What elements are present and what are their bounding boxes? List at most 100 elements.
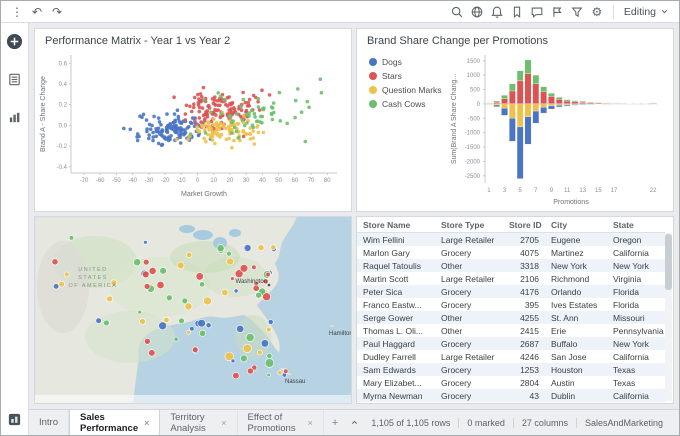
- table-row[interactable]: Dudley FarrellLarge Retailer4246San Jose…: [357, 350, 665, 363]
- table-cell: 4224: [503, 402, 545, 404]
- tab-close-icon[interactable]: ×: [221, 418, 226, 428]
- svg-text:500: 500: [470, 88, 481, 94]
- table-cell: Grocery: [435, 285, 503, 298]
- menu-dots-icon[interactable]: ⋮: [7, 1, 27, 23]
- svg-text:-0.4: -0.4: [57, 165, 68, 171]
- redo-icon[interactable]: ↷: [47, 1, 67, 23]
- bar-chart[interactable]: 150010005000-500-1000-1500-2000-25001357…: [447, 49, 661, 207]
- legend-item-question-marks[interactable]: Question Marks: [369, 85, 447, 95]
- table-cell: Grocery: [435, 337, 503, 350]
- svg-text:-500: -500: [468, 116, 481, 122]
- tab-label: Sales Performance: [80, 412, 138, 434]
- column-header-store-type[interactable]: Store Type: [435, 217, 503, 233]
- globe-icon[interactable]: [467, 1, 487, 23]
- table-row[interactable]: Franco Eastw...Grocery395Ives EstatesFlo…: [357, 298, 665, 311]
- scatter-plot[interactable]: 0.60.40.20.0-0.2-0.4-70-60-50-40-30-20-1…: [35, 49, 345, 199]
- editing-mode-dropdown[interactable]: Editing: [620, 6, 673, 18]
- authoring-sidebar: [1, 23, 29, 435]
- page-tab-sales-performance[interactable]: Sales Performance ×: [69, 410, 160, 435]
- data-table-name[interactable]: SalesAndMarketing: [576, 418, 671, 428]
- table-cell: 43: [503, 389, 545, 402]
- table-cell: 4246: [503, 350, 545, 363]
- flag-icon[interactable]: [547, 1, 567, 23]
- tab-close-icon[interactable]: ×: [308, 418, 313, 428]
- map-attribution-strip: [35, 395, 351, 403]
- svg-text:1500: 1500: [467, 59, 481, 65]
- add-visualization-icon[interactable]: [5, 31, 25, 51]
- settings-icon[interactable]: ⚙: [587, 1, 607, 23]
- table-cell: California: [607, 402, 665, 404]
- column-header-store-id[interactable]: Store ID: [503, 217, 545, 233]
- table-row[interactable]: Sam EdwardsGrocery1253HoustonTexas: [357, 363, 665, 376]
- table-cell: Other: [435, 259, 503, 272]
- table-cell: Los Angeles: [545, 402, 607, 404]
- svg-text:-1500: -1500: [465, 145, 481, 151]
- svg-text:3: 3: [503, 188, 507, 194]
- bookmark-icon[interactable]: [507, 1, 527, 23]
- table-row[interactable]: Martin ScottLarge Retailer2106RichmondVi…: [357, 272, 665, 285]
- svg-text:40: 40: [259, 178, 266, 184]
- add-page-button[interactable]: +: [324, 410, 346, 435]
- column-header-store-name[interactable]: Store Name: [357, 217, 435, 233]
- legend-item-dogs[interactable]: Dogs: [369, 57, 447, 67]
- top-toolbar: ⋮ ↶ ↷ ⚙: [1, 1, 679, 23]
- table-cell: Marlon Gary: [357, 246, 435, 259]
- page-tab-effect-of-promotions[interactable]: Effect of Promotions ×: [238, 410, 324, 435]
- table-row[interactable]: Myrna NewmanGrocery43DublinCalifornia: [357, 389, 665, 402]
- nassau-label: Nassau: [285, 379, 305, 385]
- table-cell: 395: [503, 298, 545, 311]
- table-row[interactable]: Peter SicaGrocery4176OrlandoFlorida: [357, 285, 665, 298]
- table-cell: Oregon: [607, 233, 665, 247]
- table-row[interactable]: Wim FelliniLarge Retailer2705EugeneOrego…: [357, 233, 665, 247]
- table-header-row: Store NameStore TypeStore IDCityState: [357, 217, 665, 233]
- table-cell: New York: [607, 337, 665, 350]
- table-cell: Other: [435, 311, 503, 324]
- svg-text:-2500: -2500: [465, 174, 481, 180]
- table-cell: Franco Eastw...: [357, 298, 435, 311]
- table-cell: Grocery: [435, 389, 503, 402]
- legend-swatch: [369, 58, 377, 66]
- table-row[interactable]: Serge GowerOther4255St. AnnMissouri: [357, 311, 665, 324]
- table-row[interactable]: Marlon GaryGrocery4075MartinezCalifornia: [357, 246, 665, 259]
- table-row[interactable]: Raquel TatoulisOther3318New YorkNew York: [357, 259, 665, 272]
- table-row[interactable]: Thomas L. Oli...Other2415EriePennsylvani…: [357, 324, 665, 337]
- legend-item-cash-cows[interactable]: Cash Cows: [369, 99, 447, 109]
- column-header-city[interactable]: City: [545, 217, 607, 233]
- svg-text:60: 60: [291, 178, 298, 184]
- column-header-state[interactable]: State: [607, 217, 665, 233]
- filter-icon[interactable]: [567, 1, 587, 23]
- table-cell: Dudley Farrell: [357, 350, 435, 363]
- svg-text:0.4: 0.4: [59, 82, 68, 88]
- svg-text:30: 30: [243, 178, 250, 184]
- map-visualization[interactable]: UNITED STATES OF AMERICA Washington Nass…: [35, 217, 351, 403]
- svg-text:11: 11: [564, 188, 571, 194]
- svg-text:-60: -60: [96, 178, 105, 184]
- tab-close-icon[interactable]: ×: [144, 418, 149, 428]
- table-cell: Grocery: [435, 402, 503, 404]
- svg-text:50: 50: [275, 178, 282, 184]
- expand-status-icon[interactable]: [346, 418, 363, 427]
- table-row[interactable]: Paul PapasGrocery4224Los AngelesCaliforn…: [357, 402, 665, 404]
- search-icon[interactable]: [447, 1, 467, 23]
- table-scrollbar-thumb[interactable]: [665, 234, 672, 290]
- undo-icon[interactable]: ↶: [27, 1, 47, 23]
- svg-text:0: 0: [196, 178, 200, 184]
- table-cell: 2705: [503, 233, 545, 247]
- visualization-types-icon[interactable]: [5, 107, 25, 127]
- data-in-analysis-icon[interactable]: [5, 69, 25, 89]
- table-row[interactable]: Paul HaggardGrocery2687BuffaloNew York: [357, 337, 665, 350]
- page-tab-intro[interactable]: Intro: [29, 410, 69, 435]
- svg-text:-70: -70: [80, 178, 89, 184]
- table-cell: Paul Haggard: [357, 337, 435, 350]
- table-scrollbar[interactable]: [665, 233, 672, 401]
- table-row[interactable]: Mary Elizabet...Grocery2804AustinTexas: [357, 376, 665, 389]
- legend-item-stars[interactable]: Stars: [369, 71, 447, 81]
- table-cell: Erie: [545, 324, 607, 337]
- tab-label: Effect of Promotions: [248, 412, 302, 434]
- data-canvas-icon[interactable]: [5, 409, 25, 429]
- table-cell: 4176: [503, 285, 545, 298]
- notifications-icon[interactable]: [487, 1, 507, 23]
- comments-icon[interactable]: [527, 1, 547, 23]
- page-tab-territory-analysis[interactable]: Territory Analysis×: [160, 410, 237, 435]
- table-cell: Wim Fellini: [357, 233, 435, 247]
